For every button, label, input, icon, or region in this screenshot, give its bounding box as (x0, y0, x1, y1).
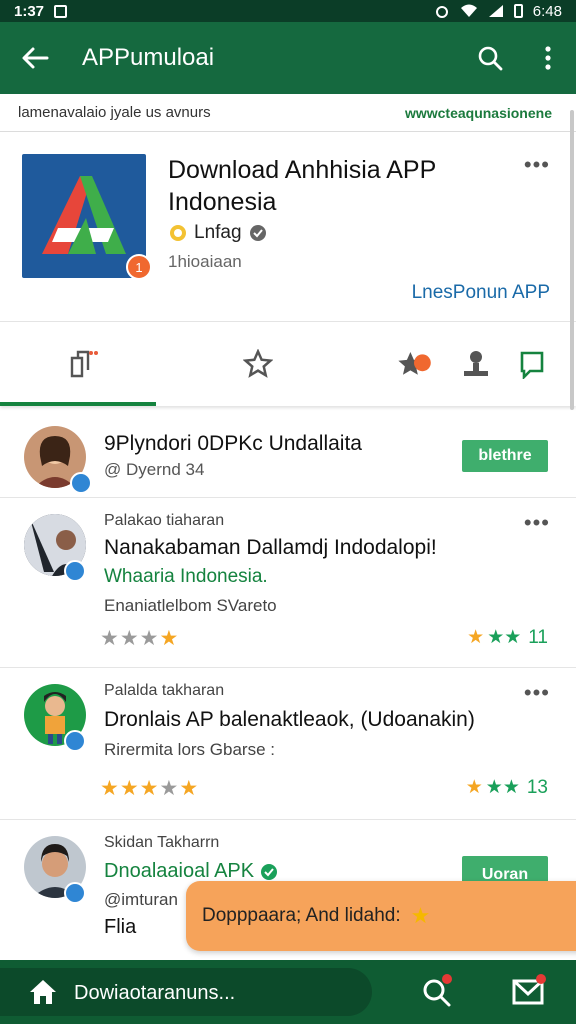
review-meta: Skidan Takharrn (104, 834, 220, 851)
person-icon (464, 351, 488, 376)
review-handle: @ Dyernd 34 (104, 460, 205, 479)
tab-details[interactable] (62, 344, 102, 384)
signal-icon (488, 5, 503, 17)
review-meta: Palalda takharan (104, 682, 225, 699)
developer-name: Lnfag (194, 222, 242, 243)
star-outline-icon (243, 349, 273, 378)
star-icon: ★★ (485, 777, 520, 798)
app-link[interactable]: LnesPonun APP (412, 282, 550, 304)
notification-dot-icon (442, 974, 452, 984)
alarm-icon (435, 6, 448, 18)
rating-value: 11 (528, 626, 548, 648)
review-handle: @imturan (104, 890, 178, 909)
details-icon (70, 350, 98, 378)
app-subtitle: 1hioaiaan (168, 252, 242, 271)
notification-icon (54, 4, 68, 18)
review-meta: Palakao tiaharan (104, 512, 225, 529)
strip-link[interactable]: wwwcteaqunasionene (405, 105, 552, 121)
nav-mail-button[interactable] (512, 974, 546, 1011)
tab-bar (0, 322, 576, 406)
verified-badge-icon (64, 560, 86, 582)
search-button[interactable] (460, 45, 520, 71)
status-battery-time: 6:48 (532, 2, 562, 20)
app-logo-badge: 1 (126, 254, 152, 280)
tab-reviews[interactable] (394, 344, 434, 384)
list-item[interactable]: Palalda takharan Dronlais AP balenaktlea… (0, 668, 576, 820)
more-vert-icon (545, 46, 551, 70)
more-button[interactable]: blethre (462, 440, 548, 472)
tab-rating[interactable] (238, 344, 278, 384)
scrollbar[interactable] (570, 110, 574, 410)
toast-notification[interactable]: Dopppaara; And lidahd: ★ (186, 881, 576, 951)
comment-icon (520, 351, 544, 379)
wifi-icon (460, 4, 477, 17)
review-title: Nanakabaman Dallamdj Indodalopi! (104, 536, 437, 559)
review-stars: ★★★★ (100, 627, 180, 650)
star-icon: ★ (467, 627, 485, 648)
overflow-menu-button[interactable] (520, 46, 576, 70)
bottom-nav: Dowiaotaranuns... (0, 960, 576, 1024)
arrow-left-icon (22, 47, 49, 69)
badge-icon (170, 225, 186, 241)
star-badge-icon (398, 352, 431, 375)
review-title: Dronlais AP balenaktleaok, (Udoanakin) (104, 708, 475, 731)
list-item[interactable]: Palakao tiaharan Nanakabaman Dallamdj In… (0, 498, 576, 668)
review-rating: ★ ★★ 11 (467, 626, 548, 649)
search-icon (478, 46, 503, 71)
review-detail: Flia (104, 916, 137, 938)
review-detail: Enaniatlelbom SVareto (104, 596, 277, 615)
row-more-button[interactable]: ••• (524, 510, 550, 536)
battery-icon (513, 4, 523, 18)
review-detail: Rirermita lors Gbarse : (104, 740, 275, 759)
tab-share[interactable] (512, 344, 552, 384)
developer[interactable]: Lnfag (168, 222, 268, 244)
review-rating: ★ ★★ 13 (466, 776, 548, 799)
app-card: 1 Download Anhhisia APP Indonesia Lnfag … (0, 132, 576, 322)
review-title: Dnoalaaioal APK (104, 860, 255, 882)
review-title-row: Dnoalaaioal APK (104, 860, 278, 883)
strip-left-text: lamenavalaio jyale us avnurs (18, 104, 211, 121)
notification-dot-icon (536, 974, 546, 984)
review-stars: ★★★★★ (100, 777, 200, 800)
app-name: Download Anhhisia APP Indonesia (168, 156, 436, 216)
card-more-button[interactable]: ••• (524, 152, 550, 178)
rating-value: 13 (526, 776, 548, 798)
app-bar-title: APPumuloai (82, 44, 215, 71)
back-button[interactable] (0, 46, 70, 70)
screen: 1:37 6:48 APPumuloai lamenavalaio jyale … (0, 0, 576, 1024)
list-item[interactable]: 9Plyndori 0DPKc Undallaita @ Dyernd 34 b… (0, 406, 576, 498)
verified-icon (249, 225, 266, 241)
review-title: 9Plyndori 0DPKc Undallaita (104, 432, 362, 455)
review-subtitle: Whaaria Indonesia. (104, 566, 268, 587)
verified-badge-icon (64, 730, 86, 752)
verified-badge-icon (70, 472, 92, 494)
status-time: 1:37 (14, 2, 45, 20)
star-icon: ★ (410, 903, 431, 928)
tab-download[interactable] (456, 344, 496, 384)
info-strip: lamenavalaio jyale us avnurs wwwcteaquna… (0, 94, 576, 132)
home-icon[interactable] (28, 978, 58, 1006)
app-bar: APPumuloai (0, 22, 576, 94)
nav-search-button[interactable] (420, 974, 452, 1013)
status-bar: 1:37 6:48 (0, 0, 576, 22)
toast-text: Dopppaara; And lidahd: (202, 905, 401, 926)
star-icon: ★ (465, 777, 483, 798)
bottom-nav-label: Dowiaotaranuns... (74, 982, 236, 1004)
verified-icon (261, 863, 278, 880)
row-more-button[interactable]: ••• (524, 680, 550, 706)
star-icon: ★★ (487, 627, 522, 648)
verified-badge-icon (64, 882, 86, 904)
